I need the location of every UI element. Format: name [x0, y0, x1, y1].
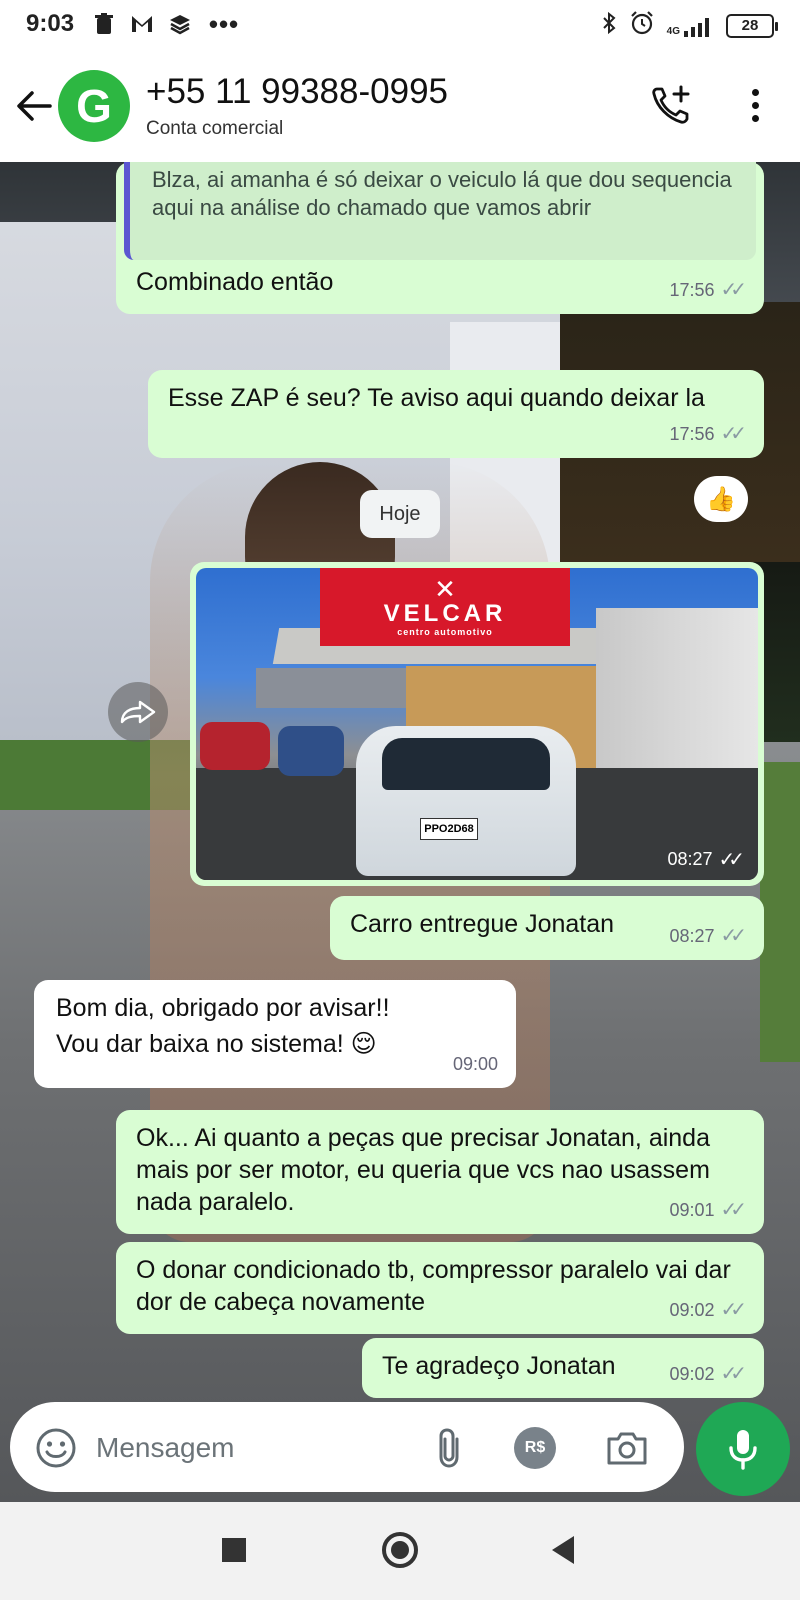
message-bubble-outgoing[interactable]: O donar condicionado tb, compressor para…	[116, 1242, 764, 1334]
message-time: 17:56	[669, 424, 715, 444]
message-bubble-outgoing[interactable]: Te agradeço Jonatan 09:02 ✓✓	[362, 1338, 764, 1398]
camera-icon	[607, 1432, 647, 1465]
message-meta: 17:56 ✓✓	[669, 418, 746, 450]
sign-name: VELCAR	[383, 600, 507, 627]
contact-subtitle: Conta comercial	[146, 118, 284, 139]
message-text: Esse ZAP é seu? Te aviso aqui quando dei…	[168, 384, 705, 412]
system-nav-bar	[0, 1502, 800, 1600]
trash-icon	[92, 11, 116, 37]
message-image[interactable]: ✕ VELCAR centro automotivo PPO2D68 08:27…	[196, 568, 758, 880]
sign-subtitle: centro automotivo	[397, 627, 493, 637]
avatar-letter: G	[76, 80, 112, 132]
read-ticks-icon: ✓✓	[718, 849, 744, 871]
battery-indicator: 28	[726, 13, 778, 38]
network-type: 4G	[666, 25, 680, 37]
chat-area[interactable]: Blza, ai amanha é só deixar o veiculo lá…	[0, 162, 800, 1502]
emoji-button[interactable]	[34, 1426, 78, 1470]
read-ticks-icon: ✓✓	[720, 423, 746, 445]
signal-icon: 4G	[667, 15, 714, 37]
recents-button[interactable]	[222, 1538, 246, 1562]
message-text: O donar condicionado tb, compressor para…	[136, 1256, 731, 1316]
alarm-icon	[629, 10, 655, 41]
message-bubble-outgoing[interactable]: Esse ZAP é seu? Te aviso aqui quando dei…	[148, 370, 764, 458]
read-ticks-icon: ✓✓	[720, 1299, 746, 1321]
read-ticks-icon: ✓✓	[720, 1363, 746, 1385]
home-button[interactable]	[382, 1532, 418, 1568]
message-meta: 09:00	[453, 1048, 498, 1080]
paperclip-icon	[439, 1428, 459, 1468]
attach-button[interactable]	[430, 1426, 470, 1470]
velcar-logo-icon: ✕	[434, 574, 456, 604]
arrow-left-icon	[17, 91, 52, 121]
system-icons: 4G 28	[601, 10, 778, 41]
system-back-button[interactable]	[552, 1536, 574, 1564]
message-meta: 09:01 ✓✓	[669, 1194, 746, 1226]
status-time: 9:03	[26, 10, 75, 37]
phone-plus-icon	[652, 85, 690, 124]
read-ticks-icon: ✓✓	[720, 279, 746, 301]
message-text-line-1: Bom dia, obrigado por avisar!!	[56, 994, 390, 1022]
license-plate: PPO2D68	[420, 818, 478, 840]
message-time: 09:02	[669, 1300, 715, 1320]
quoted-message[interactable]: Blza, ai amanha é só deixar o veiculo lá…	[124, 162, 756, 260]
quoted-text: Blza, ai amanha é só deixar o veiculo lá…	[152, 167, 732, 220]
message-time: 09:02	[669, 1364, 715, 1384]
message-meta: 08:27 ✓✓	[669, 920, 746, 952]
status-bar: 9:03 ••• 4G 28	[0, 0, 800, 52]
message-meta: 09:02 ✓✓	[669, 1358, 746, 1390]
date-separator: Hoje	[360, 490, 440, 538]
message-text: Ok... Ai quanto a peças que precisar Jon…	[136, 1124, 710, 1216]
gmail-icon	[130, 11, 154, 37]
message-time: 09:01	[669, 1200, 715, 1220]
message-composer: R$	[10, 1402, 684, 1492]
read-ticks-icon: ✓✓	[720, 925, 746, 947]
back-button[interactable]	[14, 82, 54, 130]
microphone-icon	[729, 1430, 757, 1470]
car: PPO2D68	[356, 726, 576, 876]
message-text: Te agradeço Jonatan	[382, 1352, 616, 1380]
notification-icons: •••	[92, 9, 240, 39]
image-message[interactable]: ✕ VELCAR centro automotivo PPO2D68 08:27…	[190, 562, 764, 886]
message-text: Combinado então	[136, 268, 334, 296]
forward-button[interactable]	[108, 682, 168, 742]
more-options-button[interactable]	[738, 80, 772, 130]
more-notifications-icon: •••	[208, 9, 240, 39]
message-meta: 08:27 ✓✓	[667, 847, 744, 872]
emoji-icon	[36, 1428, 76, 1468]
message-text: Carro entregue Jonatan	[350, 910, 615, 938]
bluetooth-icon	[601, 11, 617, 40]
message-time: 17:56	[669, 280, 715, 300]
avatar[interactable]: G	[58, 70, 130, 142]
chat-header: G +55 11 99388-0995 Conta comercial	[0, 52, 800, 162]
read-ticks-icon: ✓✓	[720, 1199, 746, 1221]
add-call-button[interactable]	[646, 80, 696, 130]
camera-button[interactable]	[604, 1426, 650, 1470]
forward-icon	[120, 700, 156, 724]
payment-button[interactable]: R$	[514, 1427, 556, 1469]
contact-title[interactable]: +55 11 99388-0995	[146, 72, 448, 112]
message-bubble-outgoing[interactable]: Carro entregue Jonatan 08:27 ✓✓	[330, 896, 764, 960]
message-input[interactable]	[96, 1422, 396, 1474]
message-meta: 09:02 ✓✓	[669, 1294, 746, 1326]
voice-message-button[interactable]	[696, 1402, 790, 1496]
message-bubble-outgoing[interactable]: Blza, ai amanha é só deixar o veiculo lá…	[116, 162, 764, 314]
message-time: 08:27	[669, 926, 715, 946]
shop-sign: ✕ VELCAR centro automotivo	[320, 568, 570, 646]
message-text-line-2: Vou dar baixa no sistema! 😌	[56, 1030, 377, 1058]
message-bubble-outgoing[interactable]: Ok... Ai quanto a peças que precisar Jon…	[116, 1110, 764, 1234]
layers-icon	[168, 11, 192, 37]
reaction-badge[interactable]: 👍	[694, 476, 748, 522]
message-bubble-incoming[interactable]: Bom dia, obrigado por avisar!! Vou dar b…	[34, 980, 516, 1088]
message-meta: 17:56 ✓✓	[669, 274, 746, 306]
message-time: 09:00	[452, 1054, 498, 1074]
message-time: 08:27	[667, 849, 713, 869]
